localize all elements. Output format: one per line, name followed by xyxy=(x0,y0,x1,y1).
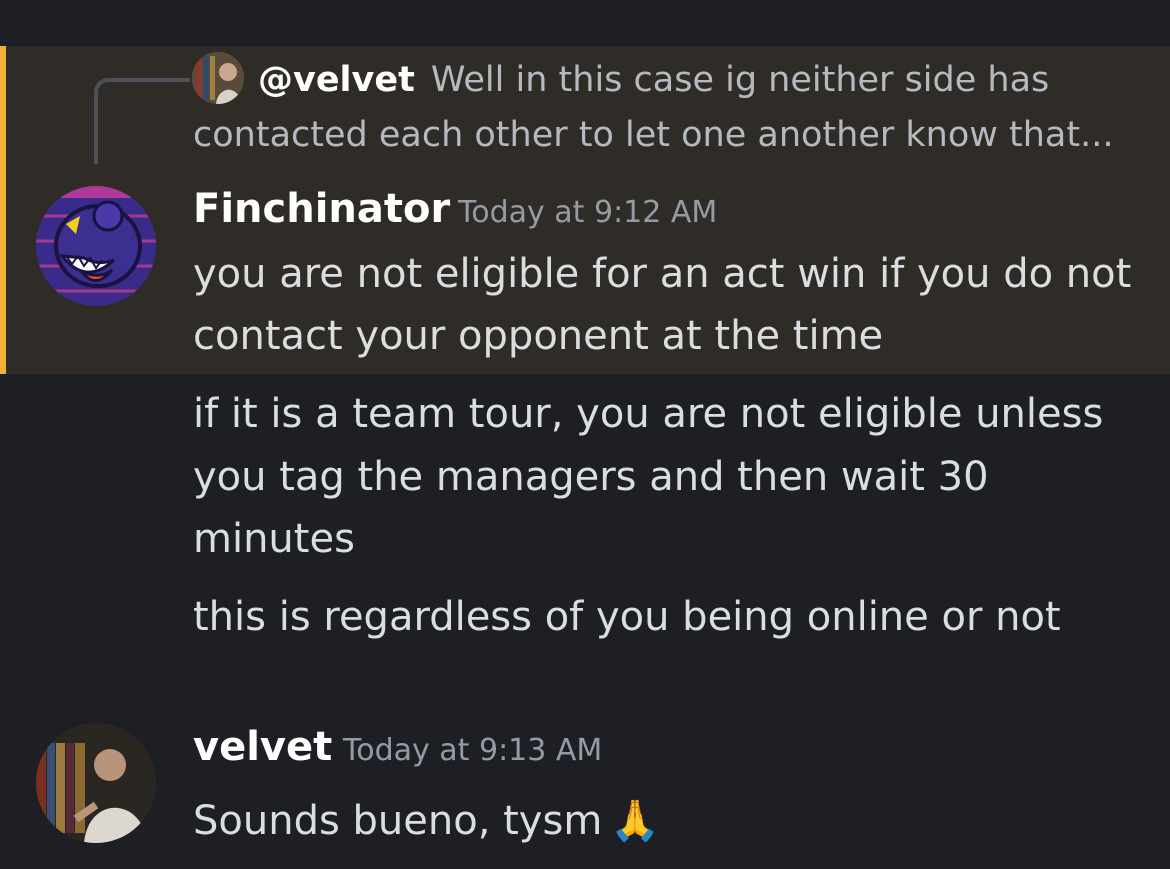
top-strip xyxy=(0,0,1170,46)
message-author[interactable]: velvet xyxy=(193,722,332,772)
pray-emoji-icon: 🙏 xyxy=(610,798,661,844)
message-text: Sounds bueno, tysm xyxy=(193,798,603,844)
message-line: minutes xyxy=(193,516,355,562)
reply-text-continued: contacted each other to let one another … xyxy=(193,115,1114,155)
mention-highlight-bar xyxy=(0,46,6,374)
message-timestamp: Today at 9:13 AM xyxy=(343,733,603,768)
reply-avatar[interactable] xyxy=(192,52,244,104)
message-timestamp: Today at 9:12 AM xyxy=(458,195,718,230)
message-line: if it is a team tour, you are not eligib… xyxy=(193,391,1104,437)
reply-author[interactable]: @velvet xyxy=(258,60,415,100)
reply-connector-line xyxy=(94,78,190,164)
velvet-avatar[interactable] xyxy=(36,723,156,843)
message-line: Sounds bueno, tysm 🙏 xyxy=(193,790,660,852)
reply-text: Well in this case ig neither side has xyxy=(430,60,1050,100)
message-line: this is regardless of you being online o… xyxy=(193,594,1061,640)
message-line: contact your opponent at the time xyxy=(193,313,884,359)
message-line: you are not eligible for an act win if y… xyxy=(193,251,1132,297)
finchinator-avatar[interactable] xyxy=(36,186,156,306)
message-author[interactable]: Finchinator xyxy=(193,184,450,234)
reply-preview[interactable]: @velvet Well in this case ig neither side… xyxy=(258,58,1049,102)
message-line: you tag the managers and then wait 30 xyxy=(193,454,989,500)
